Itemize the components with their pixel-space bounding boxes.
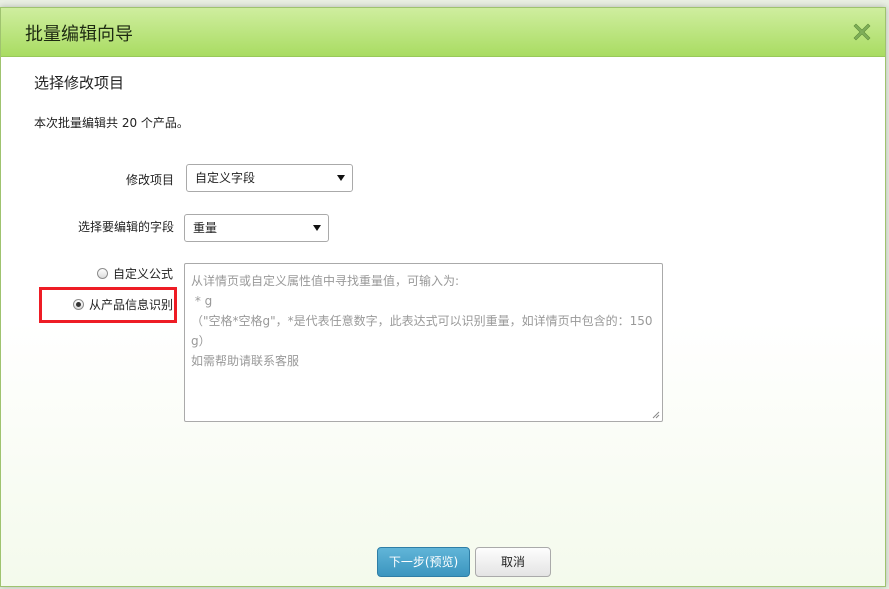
hint-line: 从详情页或自定义属性值中寻找重量值，可输入为: <box>191 274 460 288</box>
resize-handle-icon[interactable] <box>652 411 660 419</box>
field-label: 选择要编辑的字段 <box>77 220 174 234</box>
hint-line: g） <box>191 334 211 348</box>
hint-textarea[interactable]: 从详情页或自定义属性值中寻找重量值，可输入为: * g （"空格*空格g"，*是… <box>184 263 663 422</box>
product-count-note: 本次批量编辑共 20 个产品。 <box>34 116 189 130</box>
highlight-box <box>39 287 177 323</box>
dialog-titlebar: 批量编辑向导 <box>1 8 885 57</box>
section-title: 选择修改项目 <box>34 74 125 92</box>
chevron-down-icon <box>337 175 345 181</box>
chevron-down-icon <box>313 225 321 231</box>
modify-item-value: 自定义字段 <box>195 171 256 185</box>
hint-line: 如需帮助请联系客服 <box>191 354 300 368</box>
close-icon <box>853 23 871 41</box>
radio-button[interactable] <box>97 268 108 279</box>
dialog-title: 批量编辑向导 <box>25 24 133 45</box>
option-label: 自定义公式 <box>113 267 174 281</box>
field-select[interactable]: 重量 <box>184 214 329 242</box>
close-button[interactable] <box>850 20 874 44</box>
cancel-button[interactable]: 取消 <box>475 547 551 577</box>
hint-line: （"空格*空格g"，*是代表任意数字，此表达式可以识别重量，如详情页中包含的：1… <box>191 314 653 328</box>
modify-item-select[interactable]: 自定义字段 <box>186 164 353 192</box>
modify-item-label: 修改项目 <box>125 173 174 187</box>
hint-line: * g <box>191 294 213 308</box>
field-value: 重量 <box>193 221 218 235</box>
next-preview-button[interactable]: 下一步(预览) <box>377 547 470 577</box>
option-custom-formula[interactable]: 自定义公式 <box>97 265 173 282</box>
